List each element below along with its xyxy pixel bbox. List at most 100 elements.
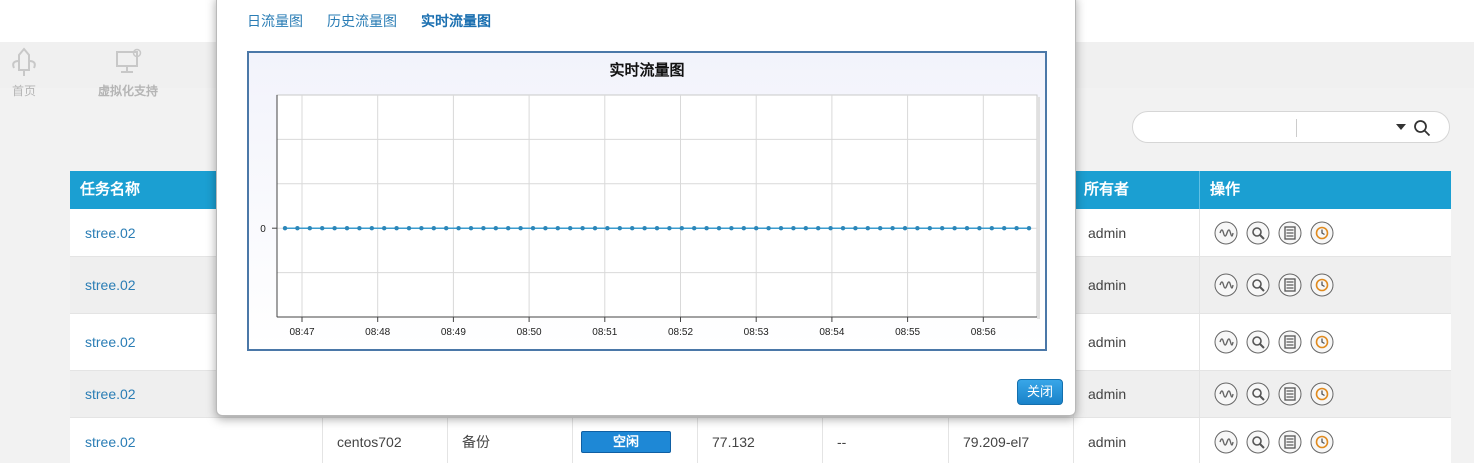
x-tick-label: 08:49 bbox=[441, 327, 466, 338]
waveform-icon[interactable] bbox=[1214, 330, 1238, 354]
list-icon[interactable] bbox=[1278, 430, 1302, 454]
magnifier-icon[interactable] bbox=[1246, 221, 1270, 245]
close-button[interactable]: 关闭 bbox=[1017, 379, 1063, 405]
data-point bbox=[927, 226, 932, 231]
data-point bbox=[481, 226, 486, 231]
data-point bbox=[716, 226, 722, 231]
data-point bbox=[865, 226, 870, 231]
data-point bbox=[902, 226, 908, 231]
type-cell: 备份 bbox=[447, 418, 572, 463]
extra-cell: -- bbox=[822, 418, 948, 463]
data-point bbox=[493, 226, 498, 231]
header-owner: 所有者 bbox=[1073, 171, 1199, 209]
data-point bbox=[444, 226, 449, 231]
row-actions bbox=[1214, 221, 1334, 245]
history-clock-icon[interactable] bbox=[1310, 330, 1334, 354]
search-icon[interactable] bbox=[1413, 119, 1431, 137]
x-tick-label: 08:52 bbox=[668, 327, 693, 338]
plot-shadow bbox=[1037, 97, 1040, 319]
history-clock-icon[interactable] bbox=[1310, 273, 1334, 297]
data-point bbox=[1026, 226, 1032, 231]
data-point bbox=[357, 226, 362, 231]
data-point bbox=[605, 226, 610, 231]
tab-history-traffic[interactable]: 历史流量图 bbox=[327, 11, 397, 31]
data-point bbox=[952, 226, 957, 231]
data-point bbox=[791, 226, 796, 231]
dropdown-caret-icon[interactable] bbox=[1396, 124, 1406, 130]
history-clock-icon[interactable] bbox=[1310, 430, 1334, 454]
version-cell: 79.209-el7 bbox=[948, 418, 1073, 463]
data-point bbox=[468, 226, 474, 231]
data-point bbox=[332, 226, 337, 231]
status-cell: 空闲 bbox=[572, 418, 697, 463]
data-point bbox=[592, 226, 598, 231]
search-box[interactable] bbox=[1132, 111, 1450, 143]
ops-cell bbox=[1199, 418, 1451, 463]
data-point bbox=[406, 226, 412, 231]
owner-cell: admin bbox=[1073, 314, 1199, 370]
data-point bbox=[580, 226, 585, 231]
data-point bbox=[518, 226, 523, 231]
x-tick-label: 08:48 bbox=[365, 327, 390, 338]
data-point bbox=[307, 226, 312, 231]
row-actions bbox=[1214, 273, 1334, 297]
row-actions bbox=[1214, 382, 1334, 406]
row-actions bbox=[1214, 430, 1334, 454]
owner-cell: admin bbox=[1073, 209, 1199, 256]
chart-title: 实时流量图 bbox=[609, 61, 684, 79]
data-point bbox=[679, 226, 684, 231]
data-point bbox=[344, 226, 350, 231]
data-point bbox=[543, 226, 548, 231]
data-point bbox=[456, 226, 461, 231]
x-tick-label: 08:53 bbox=[744, 327, 769, 338]
task-name-link[interactable]: stree.02 bbox=[70, 418, 322, 463]
magnifier-icon[interactable] bbox=[1246, 382, 1270, 406]
search-divider bbox=[1296, 119, 1297, 137]
list-icon[interactable] bbox=[1278, 221, 1302, 245]
tab-daily-traffic[interactable]: 日流量图 bbox=[247, 11, 303, 31]
x-tick-label: 08:55 bbox=[895, 327, 920, 338]
magnifier-icon[interactable] bbox=[1246, 330, 1270, 354]
x-tick-label: 08:47 bbox=[289, 327, 314, 338]
waveform-icon[interactable] bbox=[1214, 382, 1238, 406]
x-tick-label: 08:56 bbox=[971, 327, 996, 338]
waveform-icon[interactable] bbox=[1214, 221, 1238, 245]
row-actions bbox=[1214, 330, 1334, 354]
history-clock-icon[interactable] bbox=[1310, 382, 1334, 406]
value-cell: 77.132 bbox=[697, 418, 822, 463]
data-point bbox=[878, 226, 883, 231]
ops-cell bbox=[1199, 257, 1451, 313]
history-clock-icon[interactable] bbox=[1310, 221, 1334, 245]
nav-item-virtualization[interactable]: 虚拟化支持 bbox=[88, 46, 168, 99]
data-point bbox=[840, 226, 846, 231]
data-point bbox=[778, 226, 784, 231]
ops-cell bbox=[1199, 209, 1451, 256]
data-point bbox=[890, 226, 895, 231]
data-point bbox=[630, 226, 635, 231]
data-point bbox=[692, 226, 697, 231]
data-point bbox=[419, 226, 424, 231]
nav-home-label: 首页 bbox=[11, 84, 36, 98]
data-point bbox=[816, 226, 821, 231]
waveform-icon[interactable] bbox=[1214, 430, 1238, 454]
data-point bbox=[382, 226, 387, 231]
plot-area bbox=[276, 94, 1038, 318]
list-icon[interactable] bbox=[1278, 273, 1302, 297]
x-tick-label: 08:54 bbox=[819, 327, 844, 338]
data-point bbox=[915, 226, 920, 231]
owner-cell: admin bbox=[1073, 257, 1199, 313]
status-button[interactable]: 空闲 bbox=[581, 430, 671, 453]
ops-cell bbox=[1199, 371, 1451, 417]
realtime-traffic-chart: 实时流量图 08:47 08:48 08:49 08:50 08:51 08:52 08:53… bbox=[260, 61, 1040, 338]
data-point bbox=[940, 226, 945, 231]
nav-item-home[interactable]: 首页 bbox=[0, 46, 64, 99]
data-point bbox=[704, 226, 709, 231]
magnifier-icon[interactable] bbox=[1246, 430, 1270, 454]
data-point bbox=[1014, 226, 1019, 231]
list-icon[interactable] bbox=[1278, 330, 1302, 354]
tab-realtime-traffic[interactable]: 实时流量图 bbox=[421, 11, 491, 31]
waveform-icon[interactable] bbox=[1214, 273, 1238, 297]
list-icon[interactable] bbox=[1278, 382, 1302, 406]
data-point bbox=[431, 226, 436, 231]
magnifier-icon[interactable] bbox=[1246, 273, 1270, 297]
